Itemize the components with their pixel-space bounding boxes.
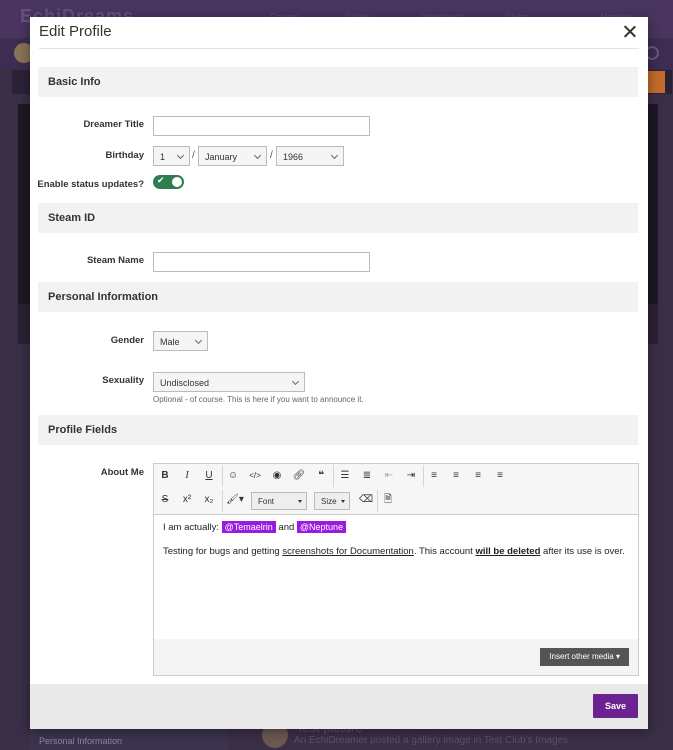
section-steam-id: Steam ID	[38, 203, 638, 233]
dreamer-title-label: Dreamer Title	[83, 119, 144, 130]
bullet-list-icon[interactable]: ☰	[334, 466, 356, 486]
sexuality-value: Undisclosed	[160, 378, 210, 388]
numbered-list-icon[interactable]: ≣	[356, 466, 378, 486]
dialog-footer: Save	[30, 684, 648, 729]
dreamer-title-input[interactable]	[153, 116, 370, 136]
emoji-icon[interactable]: ☺	[222, 466, 244, 486]
strikethrough-button[interactable]: S	[154, 490, 176, 510]
section-basic-info: Basic Info	[38, 67, 638, 97]
about-line-1: I am actually: @Temaelrin and @Neptune	[163, 521, 347, 533]
edit-profile-dialog: Edit Profile Basic Info Dreamer Title Bi…	[30, 17, 648, 729]
eraser-icon[interactable]: ⌫	[355, 490, 377, 510]
close-icon[interactable]	[621, 23, 639, 41]
editor-footer: Insert other media ▾	[154, 639, 638, 675]
underline-button[interactable]: U	[198, 466, 220, 486]
activity-description: An EchiDreamer posted a gallery image in…	[294, 735, 569, 746]
status-updates-toggle[interactable]: ✔	[153, 175, 184, 189]
outdent-icon[interactable]: ⇤	[378, 466, 400, 486]
about-line-2-mid: . This account	[413, 546, 473, 557]
source-document-icon[interactable]: 🗎︎	[377, 490, 399, 510]
about-line-2-bold: will be deleted	[475, 546, 541, 557]
dialog-title: Edit Profile	[39, 23, 112, 40]
link-icon[interactable]: 🔗︎	[288, 466, 310, 486]
birthday-year-select[interactable]: 1966	[276, 146, 344, 166]
about-line-2-end: after its use is over.	[543, 546, 625, 557]
gender-select[interactable]: Male	[153, 331, 208, 351]
sexuality-select[interactable]: Undisclosed	[153, 372, 305, 392]
birthday-year-value: 1966	[283, 152, 304, 162]
spoiler-eye-icon[interactable]: ◉	[266, 466, 288, 486]
superscript-button[interactable]: x²	[176, 490, 198, 510]
sexuality-hint: Optional - of course. This is here if yo…	[153, 395, 364, 404]
caret-down-icon	[298, 500, 302, 503]
birthday-separator: /	[192, 150, 195, 161]
mention-neptune[interactable]: @Neptune	[296, 521, 347, 533]
section-steam-id-title: Steam ID	[48, 212, 96, 224]
steam-name-input[interactable]	[153, 252, 370, 272]
size-dropdown-label: Size	[321, 497, 337, 506]
profile-sidebar-heading-label: Personal Information	[39, 736, 123, 746]
gender-label: Gender	[110, 335, 144, 346]
mention-temaelrin[interactable]: @Temaelrin	[221, 521, 276, 533]
insert-media-button[interactable]: Insert other media ▾	[540, 648, 629, 666]
about-line-1-prefix: I am actually:	[163, 522, 219, 533]
save-button[interactable]: Save	[593, 694, 638, 718]
birthday-month-select[interactable]: January	[198, 146, 267, 166]
align-justify-icon[interactable]: ≡	[423, 466, 445, 486]
align-left-icon[interactable]: ≡	[445, 466, 467, 486]
indent-icon[interactable]: ⇥	[400, 466, 422, 486]
birthday-month-value: January	[205, 152, 238, 162]
section-basic-info-title: Basic Info	[48, 76, 101, 88]
profile-sidebar-heading: Personal Information	[30, 728, 228, 750]
documentation-link[interactable]: screenshots for Documentation	[282, 546, 413, 557]
subscript-button[interactable]: x₂	[198, 490, 220, 510]
section-profile-fields: Profile Fields	[38, 415, 638, 445]
code-icon[interactable]: </>	[244, 466, 266, 486]
font-dropdown[interactable]: Font	[251, 492, 307, 510]
chevron-down-icon	[176, 151, 185, 160]
section-profile-fields-title: Profile Fields	[48, 424, 118, 436]
steam-name-label: Steam Name	[86, 255, 144, 266]
check-icon: ✔	[157, 175, 165, 185]
create-menu-button[interactable]	[647, 71, 665, 93]
font-dropdown-label: Font	[258, 497, 275, 506]
birthday-label: Birthday	[105, 150, 144, 161]
about-line-1-and: and	[278, 522, 295, 533]
about-me-editor: B I U ☺ </> ◉ 🔗︎ ❝ ☰ ≣ ⇤ ⇥ ≡ ≡ ≡ ≡ S x² …	[153, 463, 639, 676]
editor-toolbar: B I U ☺ </> ◉ 🔗︎ ❝ ☰ ≣ ⇤ ⇥ ≡ ≡ ≡ ≡ S x² …	[154, 464, 638, 515]
size-dropdown[interactable]: Size	[314, 492, 350, 510]
about-me-label: About Me	[100, 467, 144, 478]
section-personal-information-title: Personal Information	[48, 291, 159, 303]
status-updates-label: Enable status updates?	[37, 179, 144, 190]
caret-down-icon	[341, 500, 345, 503]
section-personal-information: Personal Information	[38, 282, 638, 312]
quote-icon[interactable]: ❝	[310, 466, 332, 486]
about-line-2: Testing for bugs and getting screenshots…	[163, 546, 625, 557]
chevron-down-icon	[253, 151, 262, 160]
bold-button[interactable]: B	[154, 466, 176, 486]
about-line-2-start: Testing for bugs and getting	[163, 546, 280, 557]
toggle-knob	[172, 177, 182, 187]
toolbar-divider	[222, 490, 223, 512]
dialog-header: Edit Profile	[39, 17, 639, 49]
chevron-down-icon	[330, 151, 339, 160]
sexuality-label: Sexuality	[102, 375, 144, 386]
gender-value: Male	[160, 337, 180, 347]
text-color-icon[interactable]: 🖌︎▾	[224, 490, 246, 510]
birthday-separator: /	[270, 150, 273, 161]
chevron-down-icon	[291, 377, 300, 386]
birthday-day-value: 1	[160, 152, 166, 162]
birthday-day-select[interactable]: 1	[153, 146, 190, 166]
chevron-down-icon	[194, 336, 203, 345]
italic-button[interactable]: I	[176, 466, 198, 486]
align-center-icon[interactable]: ≡	[467, 466, 489, 486]
align-right-icon[interactable]: ≡	[489, 466, 511, 486]
